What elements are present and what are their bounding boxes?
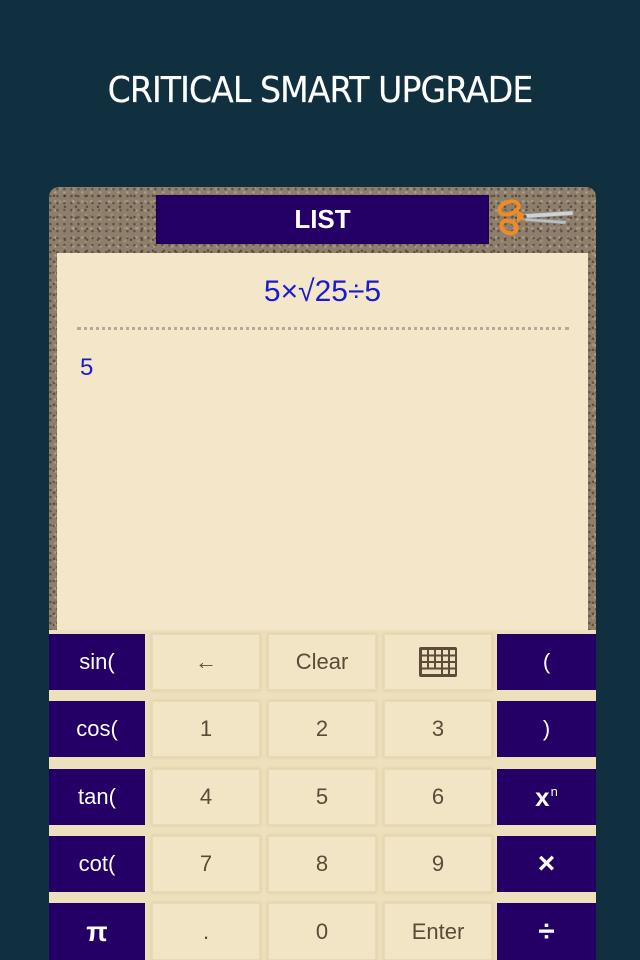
multiply-key[interactable]: × [497,836,596,892]
power-key-label: x [535,781,550,812]
open-paren-key-label: ( [542,649,551,674]
list-button[interactable]: LIST [156,195,489,244]
close-paren-key[interactable]: ) [497,701,596,757]
power-key[interactable]: xn [497,769,596,825]
digit-9-key[interactable]: 9 [384,836,492,892]
digit-1-key-label: 1 [199,716,213,741]
backspace-key[interactable]: ← [152,634,260,690]
digit-9-key-label: 9 [431,851,445,876]
backspace-key-label: ← [195,649,217,674]
promo-headline: CRITICAL SMART UPGRADE [107,70,534,111]
pi-key-label: π [86,915,108,947]
digit-7-key[interactable]: 7 [152,836,260,892]
keypad: sin( ← Clear ( cos( 1 2 3) tan( 4 5 6 x n cot( 7 8 9 × π. 0 E… [49,630,596,960]
cot-key[interactable]: cot( [49,836,145,892]
digit-7-key-label: 7 [199,851,213,876]
sin-key-label: sin( [79,649,115,674]
pi-key[interactable]: π [49,903,145,960]
digit-4-key[interactable]: 4 [152,769,260,825]
multiply-key-label: × [537,847,556,880]
keyboard-toggle-key[interactable] [384,634,492,690]
digit-4-key-label: 4 [199,784,213,809]
digit-2-key[interactable]: 2 [268,701,376,757]
list-button-label: LIST [294,204,351,234]
cos-key[interactable]: cos( [49,701,145,757]
digit-3-key-label: 3 [431,716,445,741]
tan-key-label: tan( [78,784,116,809]
dotted-divider [77,327,569,330]
cos-key-label: cos( [76,716,118,741]
clear-key-label: Clear [295,649,349,674]
digit-0-key[interactable]: 0 [268,903,376,960]
result-list-panel: 5×√25÷5 5 [57,253,588,643]
keyboard-icon [419,647,457,677]
divide-key-label: ÷ [538,914,555,948]
scissors-icon[interactable] [495,197,575,237]
decimal-key-label: . [202,918,210,944]
power-key-superscript: n [550,783,558,799]
digit-1-key[interactable]: 1 [152,701,260,757]
digit-8-key-label: 8 [315,851,329,876]
decimal-key[interactable]: . [152,903,260,960]
tan-key[interactable]: tan( [49,769,145,825]
enter-key[interactable]: Enter [384,903,492,960]
sin-key[interactable]: sin( [49,634,145,690]
digit-0-key-label: 0 [315,918,329,944]
close-paren-key-label: ) [542,716,551,741]
digit-6-key[interactable]: 6 [384,769,492,825]
digit-5-key-label: 5 [315,784,329,809]
result-value: 5 [80,354,94,381]
open-paren-key[interactable]: ( [497,634,596,690]
cot-key-label: cot( [78,851,116,876]
digit-2-key-label: 2 [315,716,329,741]
digit-3-key[interactable]: 3 [384,701,492,757]
expression-text: 5×√25÷5 [263,275,382,308]
clear-key[interactable]: Clear [268,634,376,690]
enter-key-label: Enter [411,918,465,944]
divide-key[interactable]: ÷ [497,903,596,960]
digit-6-key-label: 6 [431,784,445,809]
digit-8-key[interactable]: 8 [268,836,376,892]
digit-5-key[interactable]: 5 [268,769,376,825]
